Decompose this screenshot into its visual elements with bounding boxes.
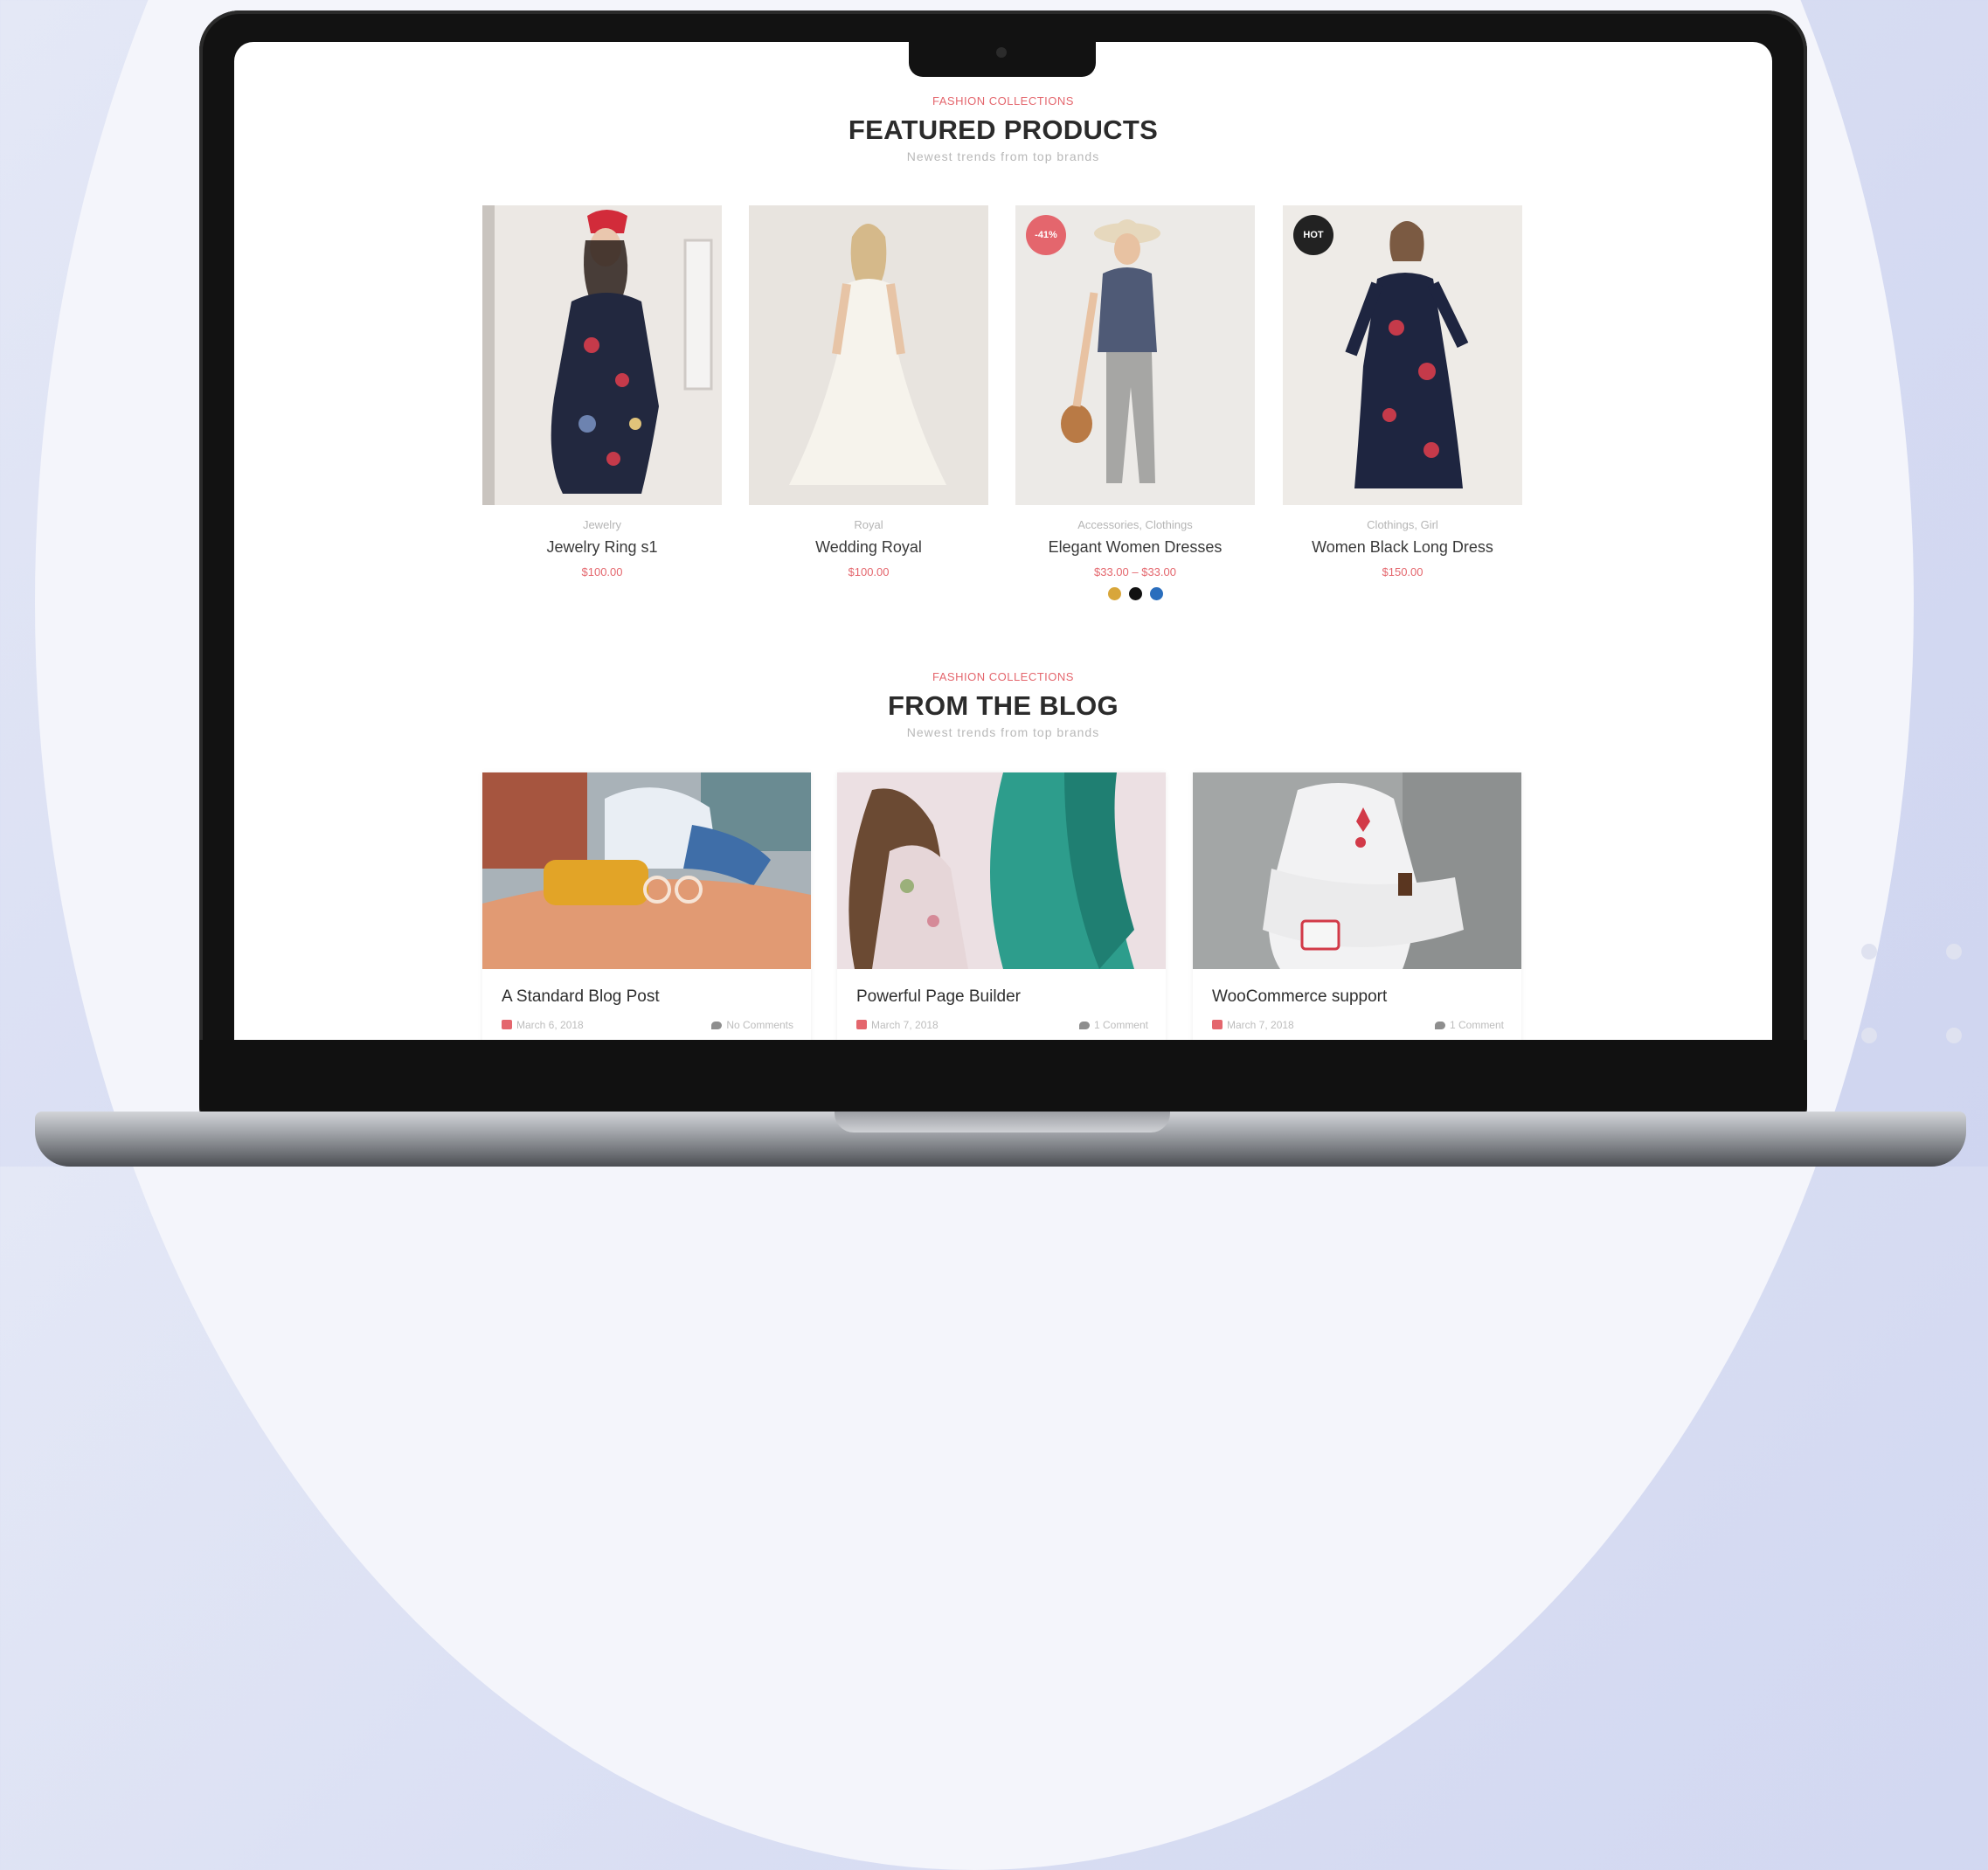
laptop-bottom-bezel xyxy=(199,1040,1807,1119)
blog-post-card[interactable]: Powerful Page Builder March 7, 2018 1 Co… xyxy=(837,772,1166,1040)
post-comments[interactable]: 1 Comment xyxy=(1434,1019,1504,1031)
blog-post-title[interactable]: Powerful Page Builder xyxy=(856,987,1021,1007)
post-date: March 7, 2018 xyxy=(856,1019,939,1031)
product-price: $100.00 xyxy=(848,565,890,578)
blog-post-image[interactable] xyxy=(1193,772,1521,969)
product-name[interactable]: Elegant Women Dresses xyxy=(1015,538,1255,557)
comment-icon xyxy=(711,1022,723,1029)
calendar-icon xyxy=(1212,1020,1223,1029)
product-image[interactable] xyxy=(749,205,988,505)
featured-title: FEATURED PRODUCTS xyxy=(848,114,1159,145)
blog-post-image[interactable] xyxy=(482,772,811,969)
product-name[interactable]: Wedding Royal xyxy=(749,538,988,557)
post-comments-text[interactable]: No Comments xyxy=(726,1019,793,1031)
post-comments-text[interactable]: 1 Comment xyxy=(1094,1019,1148,1031)
post-date-text: March 7, 2018 xyxy=(871,1019,939,1031)
camera-icon xyxy=(996,47,1007,58)
product-image[interactable]: HOT xyxy=(1283,205,1522,505)
decorative-dots xyxy=(1857,935,1988,1066)
post-date-text: March 6, 2018 xyxy=(516,1019,584,1031)
product-card[interactable]: Royal Wedding Royal $100.00 xyxy=(749,205,988,578)
product-category[interactable]: Accessories, Clothings xyxy=(1015,518,1255,531)
post-date: March 7, 2018 xyxy=(1212,1019,1294,1031)
blog-post-image[interactable] xyxy=(837,772,1166,969)
swatch-blue[interactable] xyxy=(1149,587,1163,600)
featured-subtitle: Newest trends from top brands xyxy=(906,149,1100,163)
post-date-text: March 7, 2018 xyxy=(1227,1019,1294,1031)
product-card[interactable]: -41% Accessories, Clothings Elegant Wome… xyxy=(1015,205,1255,600)
blog-eyebrow: FASHION COLLECTIONS xyxy=(932,670,1074,683)
comment-icon xyxy=(1078,1022,1090,1029)
product-image[interactable]: -41% xyxy=(1015,205,1255,505)
post-comments-text[interactable]: 1 Comment xyxy=(1450,1019,1504,1031)
product-grid: Jewelry Jewelry Ring s1 $100.00 Royal We… xyxy=(482,205,1524,660)
swatch-black[interactable] xyxy=(1128,587,1142,600)
post-comments[interactable]: 1 Comment xyxy=(1078,1019,1148,1031)
calendar-icon xyxy=(502,1020,512,1029)
sale-badge: -41% xyxy=(1026,215,1066,255)
blog-subtitle: Newest trends from top brands xyxy=(906,725,1100,739)
blog-post-meta: March 6, 2018 No Comments xyxy=(502,1019,793,1031)
blog-header: FASHION COLLECTIONS FROM THE BLOG Newest… xyxy=(234,670,1772,739)
post-date: March 6, 2018 xyxy=(502,1019,584,1031)
product-name[interactable]: Jewelry Ring s1 xyxy=(482,538,722,557)
blog-title: FROM THE BLOG xyxy=(888,690,1119,721)
blog-post-meta: March 7, 2018 1 Comment xyxy=(1212,1019,1504,1031)
product-name[interactable]: Women Black Long Dress xyxy=(1283,538,1522,557)
laptop-screen: FASHION COLLECTIONS FEATURED PRODUCTS Ne… xyxy=(234,42,1772,1040)
product-price: $150.00 xyxy=(1382,565,1423,578)
blog-post-card[interactable]: WooCommerce support March 7, 2018 1 Comm… xyxy=(1193,772,1521,1040)
product-card[interactable]: Jewelry Jewelry Ring s1 $100.00 xyxy=(482,205,722,578)
product-category[interactable]: Clothings, Girl xyxy=(1283,518,1522,531)
color-swatches xyxy=(1015,587,1255,600)
laptop-base-notch xyxy=(835,1112,1170,1132)
camera-notch xyxy=(909,35,1096,77)
blog-post-meta: March 7, 2018 1 Comment xyxy=(856,1019,1148,1031)
product-category[interactable]: Royal xyxy=(749,518,988,531)
blog-post-title[interactable]: WooCommerce support xyxy=(1212,987,1387,1007)
post-comments[interactable]: No Comments xyxy=(711,1019,793,1031)
featured-header: FASHION COLLECTIONS FEATURED PRODUCTS Ne… xyxy=(234,94,1772,163)
product-price: $100.00 xyxy=(581,565,623,578)
product-card[interactable]: HOT Clothings, Girl Women Black Long Dre… xyxy=(1283,205,1522,578)
comment-icon xyxy=(1434,1022,1445,1029)
product-image[interactable] xyxy=(482,205,722,505)
swatch-gold[interactable] xyxy=(1107,587,1121,600)
product-price: $33.00 – $33.00 xyxy=(1094,565,1176,578)
featured-eyebrow: FASHION COLLECTIONS xyxy=(932,94,1074,107)
calendar-icon xyxy=(856,1020,867,1029)
blog-post-card[interactable]: A Standard Blog Post March 6, 2018 No Co… xyxy=(482,772,811,1040)
hot-badge: HOT xyxy=(1293,215,1333,255)
blog-post-title[interactable]: A Standard Blog Post xyxy=(502,987,660,1007)
product-category[interactable]: Jewelry xyxy=(482,518,722,531)
